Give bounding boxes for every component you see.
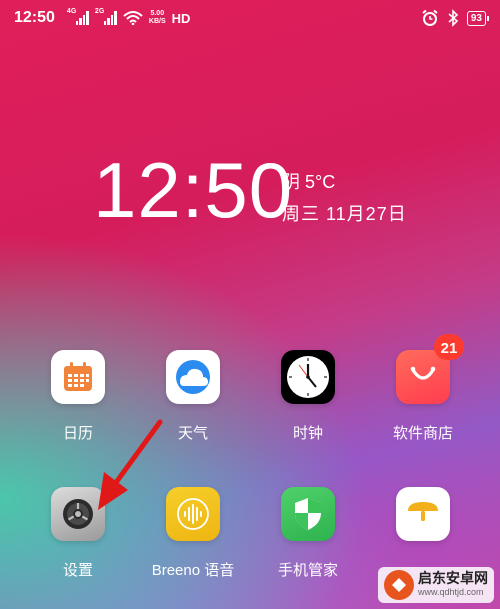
watermark-logo-icon [384,570,414,600]
app-label: 时钟 [292,425,323,442]
app-label: 设置 [62,562,93,579]
store-bag-icon: 21 [396,334,464,404]
alarm-icon [422,9,438,26]
settings-gear-icon [51,487,105,541]
app-notes[interactable] [368,487,478,559]
app-label: 日历 [62,425,93,442]
bluetooth-icon [448,9,459,27]
app-phone-manager[interactable]: 手机管家 [253,487,363,580]
app-label: Breeno 语音 [151,562,235,579]
calendar-icon [51,350,105,404]
app-label: 手机管家 [277,562,338,579]
app-clock[interactable]: 时钟 [253,350,363,443]
app-breeno-voice[interactable]: Breeno 语音 [138,487,248,580]
hd-indicator: HD [171,10,191,26]
date-info: 周三 11月27日 [282,204,407,224]
status-time: 12:50 [14,9,55,26]
app-software-store[interactable]: 21 软件商店 [368,334,478,443]
app-weather[interactable]: 天气 [138,350,248,443]
status-bar: 12:50 4G 2G 5.00 KB/S HD 93 [0,0,500,36]
voice-wave-icon [166,487,220,541]
watermark-title: 启东安卓网 [418,570,488,586]
app-settings[interactable]: 设置 [23,487,133,580]
signal-4g-icon: 4G [67,8,89,25]
battery-icon: 93 [466,10,490,26]
watermark-url: www.qdhtjd.com [418,587,484,597]
battery-level: 93 [470,12,482,24]
app-label: 软件商店 [392,425,453,442]
weather-cloud-icon [166,350,220,404]
clock-icon [281,350,335,404]
app-calendar[interactable]: 日历 [23,350,133,443]
signal-2g-icon: 2G [95,8,117,25]
wifi-icon [123,11,143,25]
clock-widget-time[interactable]: 12:50 [93,150,293,230]
watermark: 启东安卓网 www.qdhtjd.com [378,567,494,603]
weather-info[interactable]: 阴 5°C [282,168,335,194]
notification-badge: 21 [434,334,464,360]
app-label: 天气 [177,425,208,442]
network-speed: 5.00 KB/S [148,10,166,25]
shield-icon [281,487,335,541]
notes-icon [396,487,450,541]
